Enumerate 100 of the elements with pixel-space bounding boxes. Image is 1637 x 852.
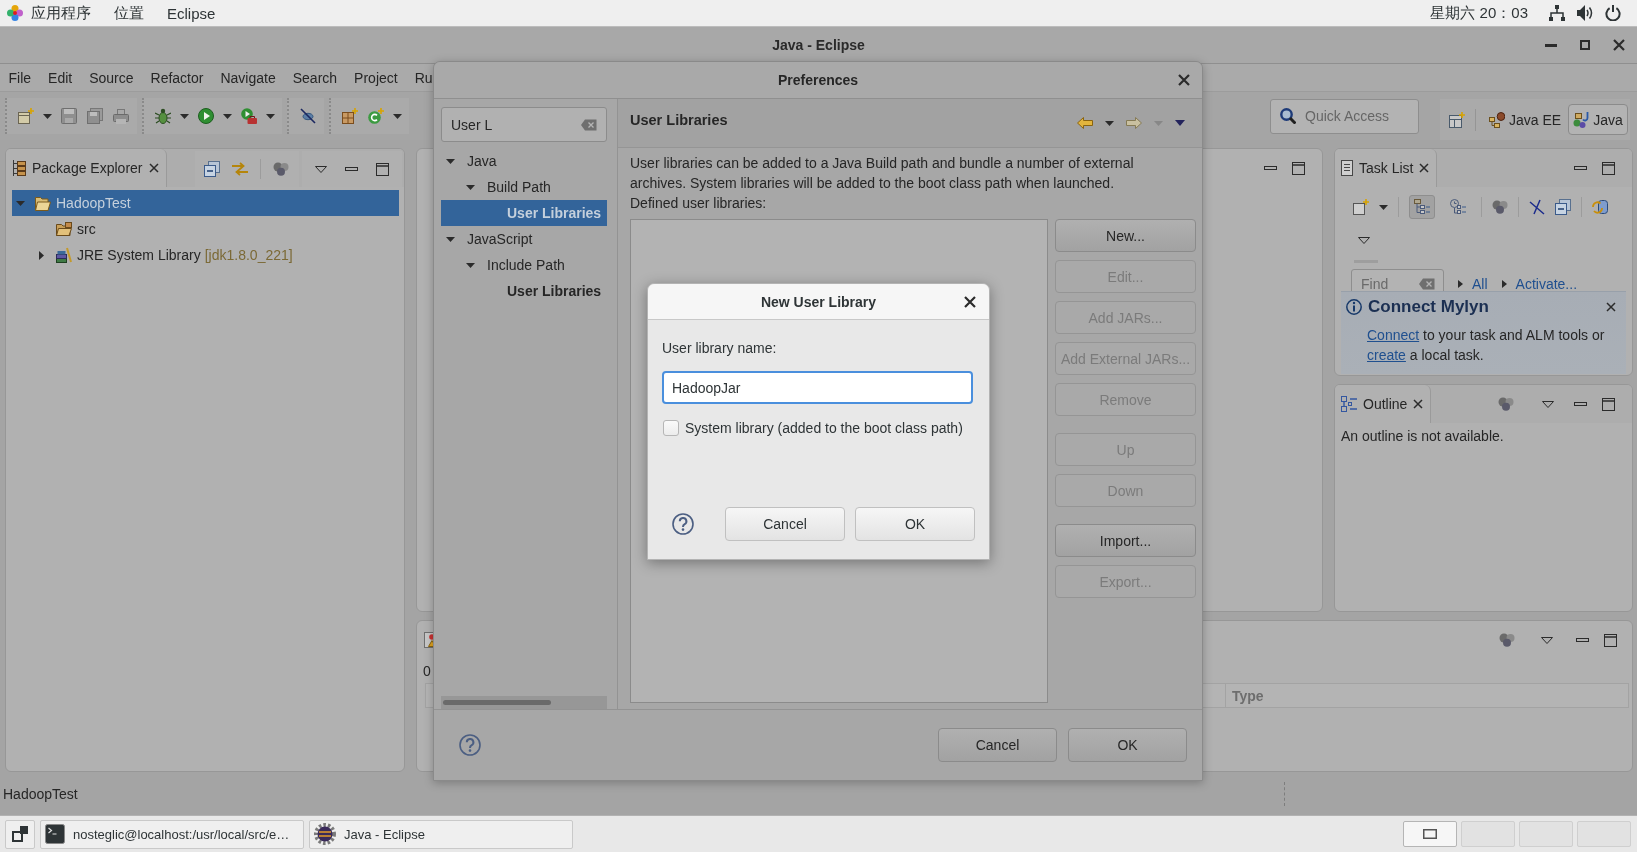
caret-icon[interactable] xyxy=(1379,204,1388,210)
volume-icon[interactable] xyxy=(1577,5,1593,21)
new-icon[interactable] xyxy=(18,108,34,124)
menu-icon[interactable] xyxy=(1541,636,1553,644)
taskbar-button[interactable]: Java - Eclipse xyxy=(309,819,573,849)
dots-icon[interactable] xyxy=(273,162,289,176)
minimize-icon[interactable] xyxy=(1576,638,1589,642)
dots-icon[interactable] xyxy=(1492,200,1508,214)
view-tab[interactable]: Package Explorer xyxy=(6,149,167,187)
caret-icon[interactable] xyxy=(43,113,52,119)
flower-icon[interactable] xyxy=(7,5,23,21)
sync-icon[interactable] xyxy=(1592,199,1608,215)
text-link[interactable]: Connect xyxy=(1367,327,1420,343)
dialog-button[interactable]: Cancel xyxy=(938,728,1057,762)
clock[interactable]: 星期六 20：03 xyxy=(1430,3,1528,23)
text-input[interactable]: Find xyxy=(1361,270,1419,298)
class-icon[interactable] xyxy=(368,108,384,124)
maximize-icon[interactable] xyxy=(375,162,389,176)
top-bar-menu[interactable]: Eclipse xyxy=(167,4,216,22)
dots-icon[interactable] xyxy=(1499,633,1515,647)
close-icon[interactable] xyxy=(1419,163,1430,173)
maximize-icon[interactable] xyxy=(1292,161,1305,175)
top-bar-menu[interactable]: 应用程序 xyxy=(31,3,91,23)
close-icon[interactable] xyxy=(148,163,159,173)
filter-link[interactable]: All xyxy=(1472,276,1488,292)
run-tool-icon[interactable] xyxy=(241,108,257,124)
caret-icon[interactable] xyxy=(223,113,232,119)
window-list-button[interactable] xyxy=(5,819,35,849)
caret-icon[interactable] xyxy=(1105,120,1114,126)
close-icon[interactable] xyxy=(1606,302,1616,312)
tree-item[interactable]: HadoopTest xyxy=(12,190,399,216)
new-task-icon[interactable] xyxy=(1353,199,1369,215)
menu-item[interactable]: Source xyxy=(80,69,143,86)
power-icon[interactable] xyxy=(1605,5,1621,21)
filter-field[interactable]: User L xyxy=(441,107,607,142)
workspace-button[interactable] xyxy=(1403,821,1457,847)
close-icon[interactable] xyxy=(1178,74,1190,86)
quick-access-field[interactable]: Quick Access xyxy=(1270,98,1419,134)
window-grid-icon[interactable] xyxy=(1449,111,1465,128)
caret-icon[interactable] xyxy=(180,113,189,119)
tree-item[interactable]: Java xyxy=(441,148,607,174)
collapse-all-icon[interactable] xyxy=(1555,199,1571,215)
text-link[interactable]: create xyxy=(1367,347,1406,363)
close-icon[interactable] xyxy=(1413,399,1424,409)
view-tab[interactable]: Outline xyxy=(1335,385,1432,423)
text-input[interactable]: Quick Access xyxy=(1305,99,1418,133)
collapse-all-icon[interactable] xyxy=(204,161,220,177)
menu-icon[interactable] xyxy=(1542,400,1554,408)
tree-item[interactable]: Build Path xyxy=(441,174,607,200)
menu-icon[interactable] xyxy=(1175,120,1185,126)
minimize-icon[interactable] xyxy=(344,167,358,171)
close-icon[interactable] xyxy=(964,295,976,308)
bug-icon[interactable] xyxy=(155,108,171,124)
menu-item[interactable]: Edit xyxy=(39,69,81,86)
dots-icon[interactable] xyxy=(1498,397,1514,411)
text-input[interactable]: User L xyxy=(451,108,581,141)
action-button[interactable]: New... xyxy=(1055,219,1196,252)
tree-item[interactable]: Include Path xyxy=(441,252,607,278)
perspective-button[interactable]: Java xyxy=(1568,104,1628,135)
caret-icon[interactable] xyxy=(393,113,402,119)
help-icon[interactable] xyxy=(672,513,694,535)
tree-item[interactable]: User Libraries xyxy=(441,278,607,304)
menu-icon[interactable] xyxy=(314,165,327,173)
tree-item[interactable]: User Libraries xyxy=(441,200,607,226)
minimize-icon[interactable] xyxy=(1545,43,1557,47)
run-icon[interactable] xyxy=(198,108,214,124)
minimize-icon[interactable] xyxy=(1264,166,1277,170)
tree-arrow-icon[interactable] xyxy=(445,158,455,164)
dialog-button[interactable]: OK xyxy=(1068,728,1187,762)
maximize-icon[interactable] xyxy=(1580,40,1590,50)
tree-arrow-icon[interactable] xyxy=(38,250,44,260)
close-icon[interactable] xyxy=(1613,39,1625,51)
menu-item[interactable]: Search xyxy=(284,69,346,86)
package-icon[interactable] xyxy=(342,108,358,124)
top-bar-menu[interactable]: 位置 xyxy=(114,3,144,23)
tree-arrow-icon[interactable] xyxy=(445,236,455,242)
toggle-button[interactable] xyxy=(1409,195,1435,219)
print-icon[interactable] xyxy=(113,108,129,124)
cross-icon[interactable] xyxy=(1529,199,1545,215)
slash-icon[interactable] xyxy=(300,108,316,124)
tree-item[interactable]: src xyxy=(12,216,399,242)
tree-item[interactable]: JavaScript xyxy=(441,226,607,252)
filter-link[interactable]: Activate... xyxy=(1515,276,1578,292)
view-tab[interactable]: Task List xyxy=(1335,149,1438,187)
menu-item[interactable]: File xyxy=(0,69,40,86)
maximize-icon[interactable] xyxy=(1604,633,1617,647)
minimize-icon[interactable] xyxy=(1574,402,1587,406)
action-button[interactable]: Import... xyxy=(1055,524,1196,557)
caret-icon[interactable] xyxy=(266,113,275,119)
menu-icon[interactable] xyxy=(1358,237,1370,244)
menu-item[interactable]: Project xyxy=(345,69,407,86)
name-field[interactable]: HadoopJar xyxy=(662,371,973,404)
menu-item[interactable]: Navigate xyxy=(211,69,285,86)
tree-arrow-icon[interactable] xyxy=(465,262,475,268)
perspective-button[interactable]: Java EE xyxy=(1484,104,1567,135)
maximize-icon[interactable] xyxy=(1602,161,1615,175)
tree-arrow-icon[interactable] xyxy=(465,184,475,190)
dialog-button[interactable]: Cancel xyxy=(725,507,845,541)
dialog-button[interactable]: OK xyxy=(855,507,975,541)
checkbox[interactable] xyxy=(663,420,679,436)
